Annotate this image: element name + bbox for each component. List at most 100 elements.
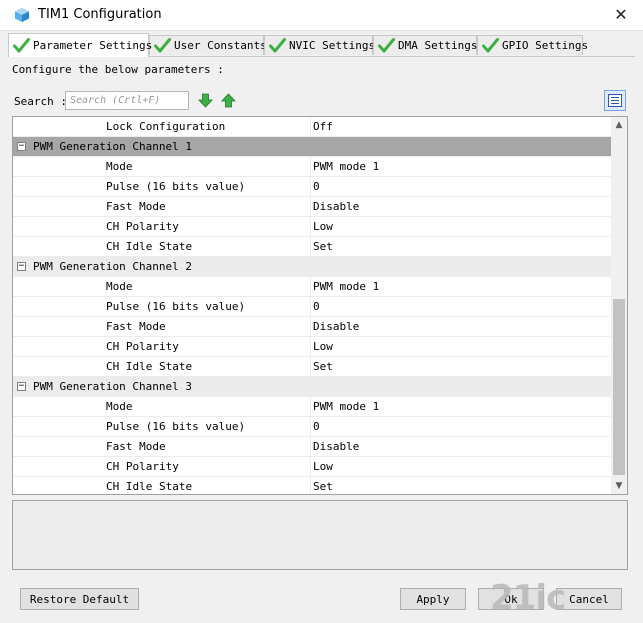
param-row-pulse[interactable]: Pulse (16 bits value) 0 [13,177,627,197]
param-value: Set [313,240,333,253]
column-divider [310,237,311,257]
param-name: CH Idle State [106,240,193,253]
cancel-button[interactable]: Cancel [556,588,622,610]
search-label: Search : [14,95,67,108]
column-divider [310,117,311,137]
tab-user-constants[interactable]: User Constants [149,35,267,55]
description-panel [12,500,628,570]
tab-label: User Constants [174,39,267,52]
tab-label: NVIC Settings [289,39,376,52]
param-row-mode[interactable]: Mode PWM mode 1 [13,397,627,417]
param-value: PWM mode 1 [313,400,380,413]
param-name: Mode [106,280,133,293]
param-row-pulse[interactable]: Pulse (16 bits value) 0 [13,417,627,437]
collapse-icon[interactable]: − [17,382,26,391]
param-row-ch-polarity[interactable]: CH Polarity Low [13,457,627,477]
cube-icon [15,8,29,22]
group-header-pwm-channel-3[interactable]: − PWM Generation Channel 3 [13,377,627,397]
tab-nvic-settings[interactable]: NVIC Settings [264,35,376,55]
param-row-ch-idle-state[interactable]: CH Idle State Set [13,237,627,257]
column-divider [310,457,311,477]
param-value: Low [313,460,333,473]
param-value: Set [313,360,333,373]
param-row-mode[interactable]: Mode PWM mode 1 [13,157,627,177]
group-header-pwm-channel-1[interactable]: − PWM Generation Channel 1 [13,137,627,157]
column-divider [310,317,311,337]
param-value: 0 [313,300,320,313]
param-value: PWM mode 1 [313,280,380,293]
param-value: Disable [313,200,360,213]
param-value: Set [313,480,333,493]
collapse-icon[interactable]: − [17,262,26,271]
param-name: Lock Configuration [106,120,226,133]
arrow-up-icon[interactable] [221,93,236,108]
title-bar: TIM1 Configuration ✕ [0,0,643,31]
param-name: CH Idle State [106,480,193,493]
close-button[interactable]: ✕ [599,0,643,30]
apply-button[interactable]: Apply [400,588,466,610]
check-icon [482,38,499,53]
column-divider [310,217,311,237]
group-header-pwm-channel-2[interactable]: − PWM Generation Channel 2 [13,257,627,277]
tab-parameter-settings[interactable]: Parameter Settings [8,33,153,57]
param-value: Low [313,220,333,233]
list-view-icon [608,94,622,107]
param-value: Disable [313,320,360,333]
configure-label: Configure the below parameters : [12,63,224,76]
param-name: Pulse (16 bits value) [106,180,246,193]
vertical-scrollbar[interactable]: ▲ ▼ [611,117,627,494]
column-divider [310,477,311,494]
column-divider [310,277,311,297]
param-row-ch-polarity[interactable]: CH Polarity Low [13,337,627,357]
column-divider [310,417,311,437]
param-value: 0 [313,180,320,193]
column-divider [310,197,311,217]
param-row-fast-mode[interactable]: Fast Mode Disable [13,197,627,217]
arrow-down-icon[interactable] [198,93,213,108]
tab-label: Parameter Settings [33,39,153,52]
parameter-grid: Lock Configuration Off − PWM Generation … [12,116,628,495]
param-value: 0 [313,420,320,433]
column-divider [310,337,311,357]
tab-strip: Parameter Settings User Constants NVIC S… [8,33,635,57]
check-icon [269,38,286,53]
param-name: Pulse (16 bits value) [106,420,246,433]
restore-default-button[interactable]: Restore Default [20,588,139,610]
param-name: Fast Mode [106,440,166,453]
param-name: CH Polarity [106,460,179,473]
param-row-fast-mode[interactable]: Fast Mode Disable [13,317,627,337]
search-input[interactable] [65,91,189,110]
param-name: CH Idle State [106,360,193,373]
param-name: CH Polarity [106,220,179,233]
param-value: Low [313,340,333,353]
window-title: TIM1 Configuration [38,7,162,22]
column-divider [310,437,311,457]
group-name: PWM Generation Channel 2 [33,260,192,273]
param-row-ch-idle-state[interactable]: CH Idle State Set [13,357,627,377]
collapse-icon[interactable]: − [17,142,26,151]
check-icon [378,38,395,53]
column-divider [310,177,311,197]
tab-gpio-settings[interactable]: GPIO Settings [477,35,588,55]
param-row-lock-configuration[interactable]: Lock Configuration Off [13,117,627,137]
group-name: PWM Generation Channel 3 [33,380,192,393]
group-name: PWM Generation Channel 1 [33,140,192,153]
param-row-pulse[interactable]: Pulse (16 bits value) 0 [13,297,627,317]
param-name: Pulse (16 bits value) [106,300,246,313]
tab-label: GPIO Settings [502,39,589,52]
param-row-fast-mode[interactable]: Fast Mode Disable [13,437,627,457]
scroll-down-icon[interactable]: ▼ [611,478,627,494]
column-divider [310,297,311,317]
param-row-ch-idle-state[interactable]: CH Idle State Set [13,477,627,494]
list-view-button[interactable] [604,90,626,111]
param-name: Mode [106,400,133,413]
column-divider [310,157,311,177]
param-row-mode[interactable]: Mode PWM mode 1 [13,277,627,297]
param-name: Fast Mode [106,320,166,333]
param-row-ch-polarity[interactable]: CH Polarity Low [13,217,627,237]
tab-label: DMA Settings [398,39,478,52]
tab-dma-settings[interactable]: DMA Settings [373,35,477,55]
scroll-thumb[interactable] [613,299,625,475]
scroll-up-icon[interactable]: ▲ [611,117,627,133]
watermark-logo: 21ic [490,578,566,618]
